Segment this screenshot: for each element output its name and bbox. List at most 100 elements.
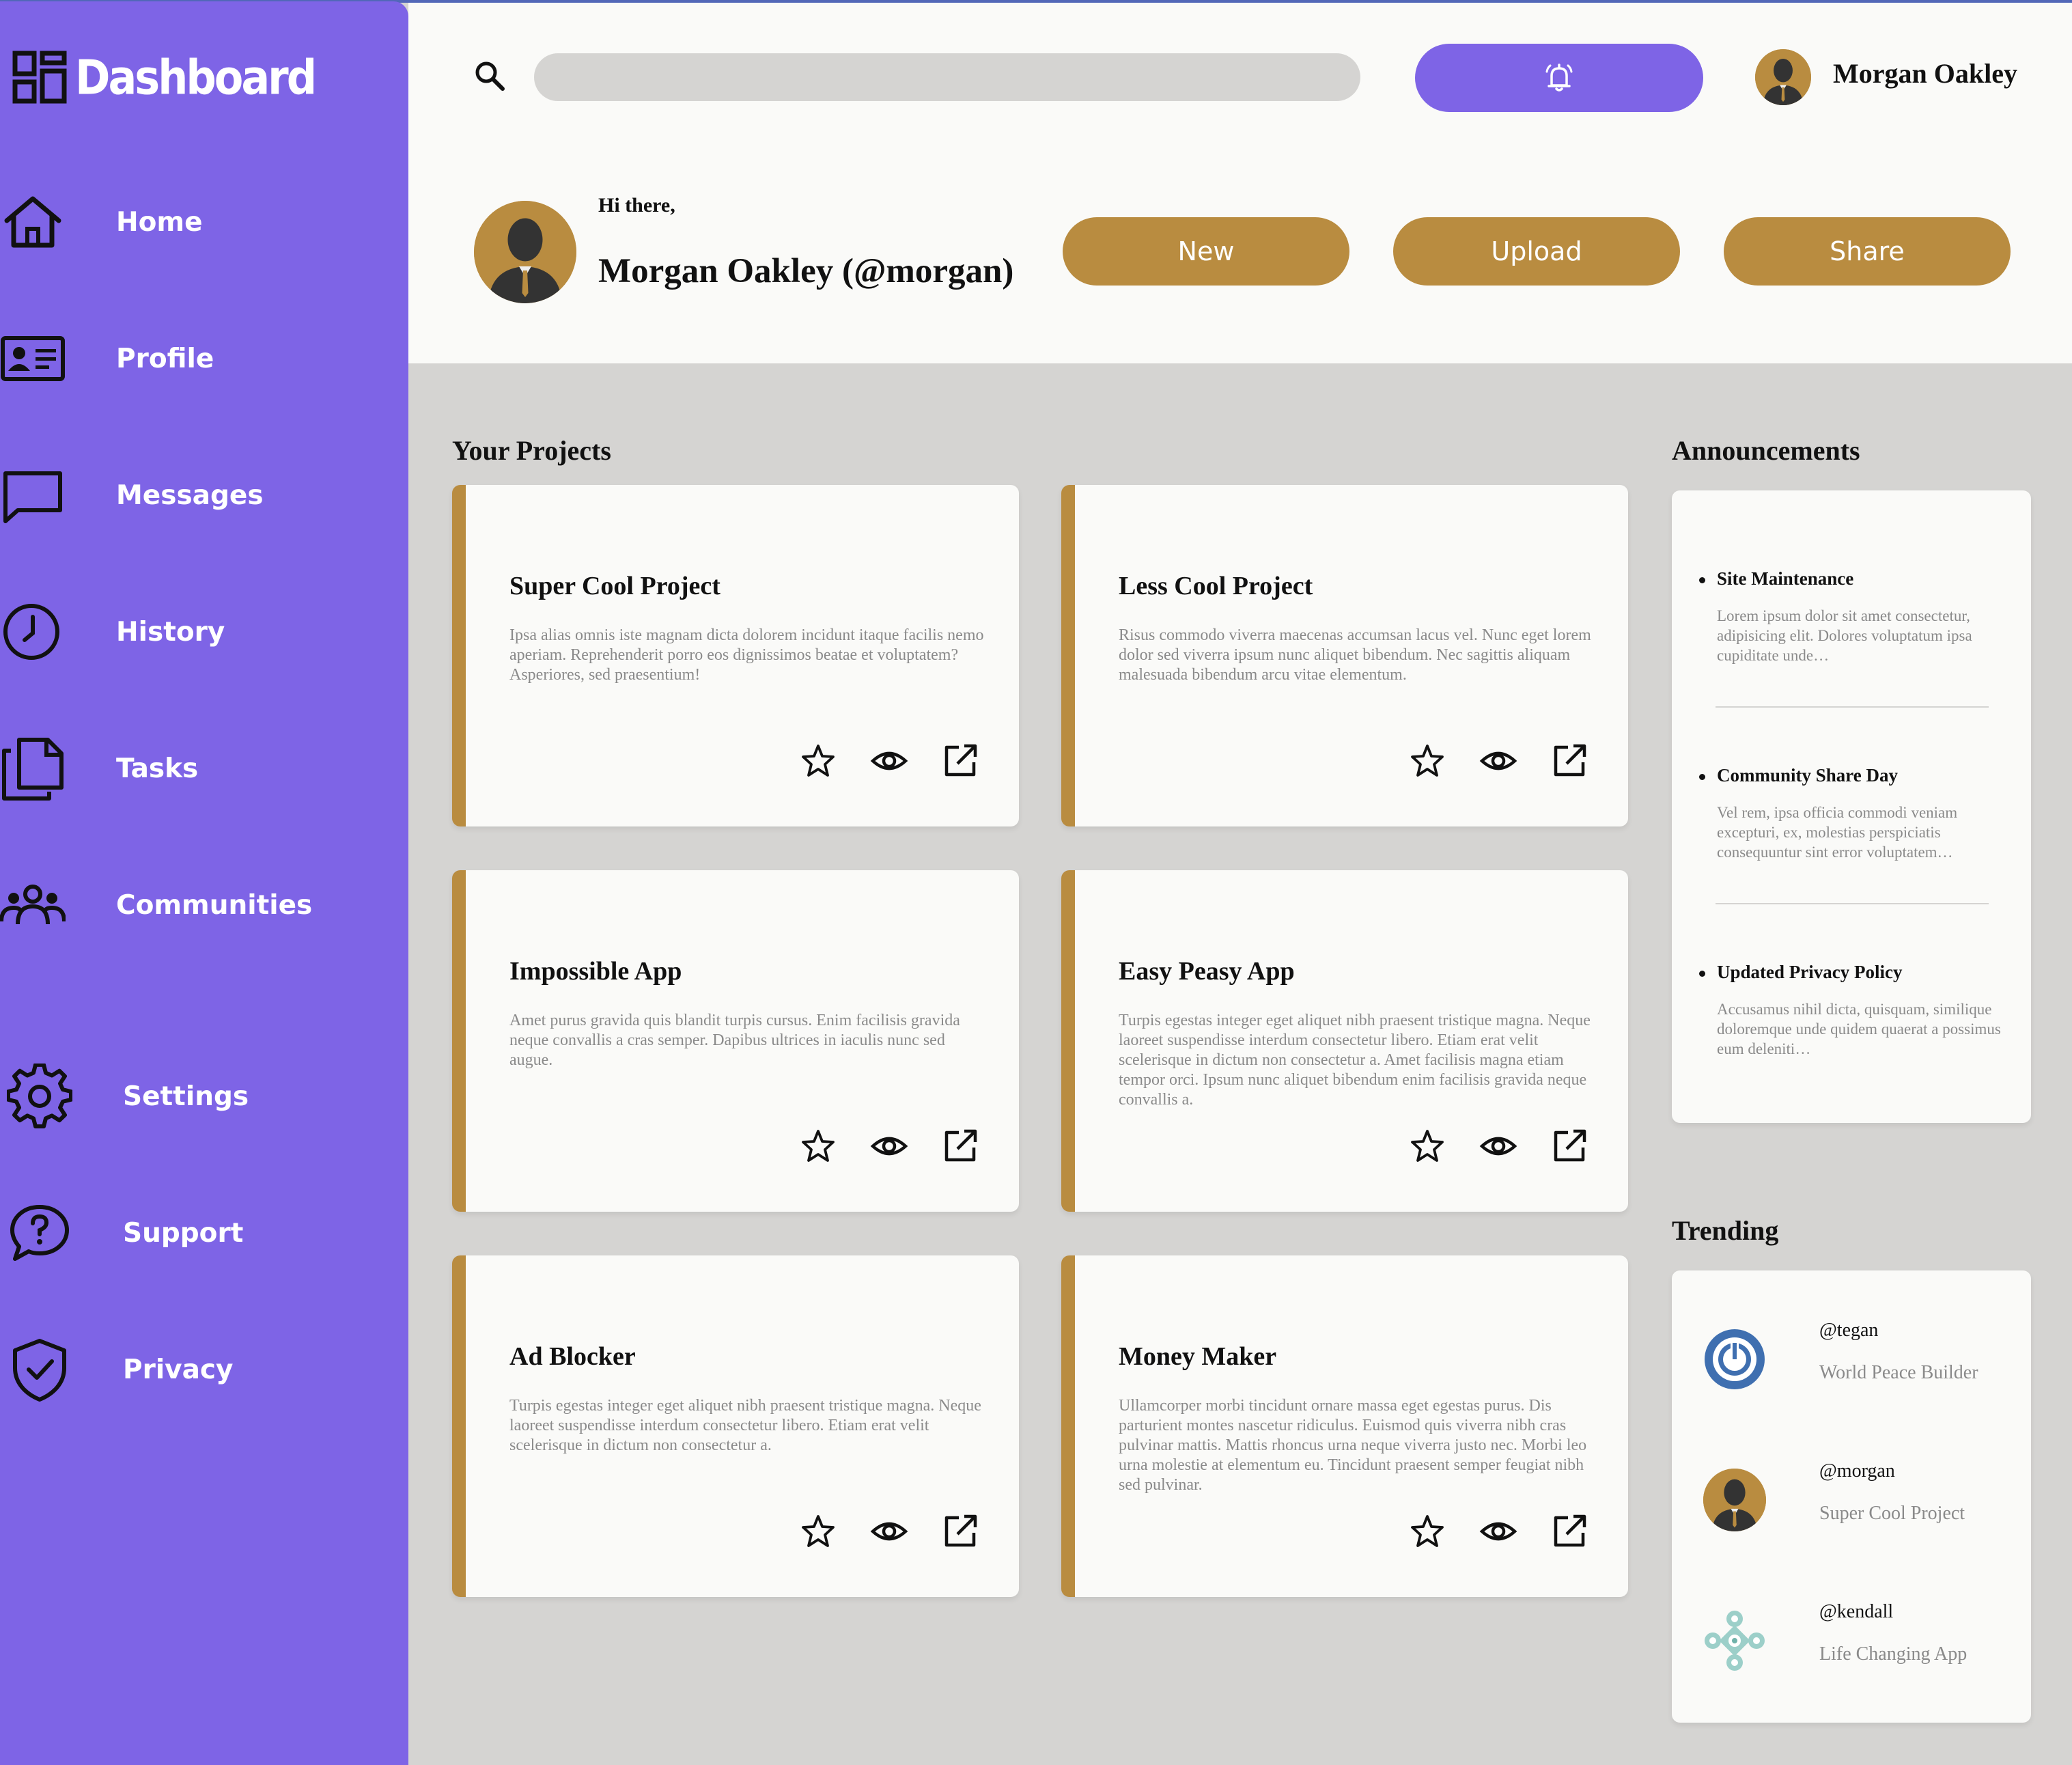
sidebar-item-communities[interactable]: Communities [0, 867, 408, 943]
eye-icon[interactable] [869, 1126, 910, 1167]
sidebar-item-label: Tasks [116, 753, 199, 784]
greeting-text: Hi there, [598, 194, 675, 217]
trending-project[interactable]: Life Changing App [1819, 1643, 1967, 1665]
external-link-icon[interactable] [1549, 1511, 1590, 1552]
eye-icon[interactable] [869, 1511, 910, 1552]
project-description: Risus commodo viverra maecenas accumsan … [1119, 626, 1591, 684]
announcement-item[interactable]: Site Maintenance Lorem ipsum dolor sit a… [1699, 568, 2006, 665]
sidebar-item-history[interactable]: History [0, 594, 408, 669]
search-icon[interactable] [473, 59, 508, 94]
notifications-button[interactable] [1415, 44, 1703, 112]
home-icon [4, 196, 61, 248]
trending-item[interactable]: @tegan World Peace Builder [1703, 1320, 2024, 1402]
star-icon[interactable] [798, 1126, 839, 1167]
trending-project[interactable]: World Peace Builder [1819, 1362, 1978, 1384]
trending-project[interactable]: Super Cool Project [1819, 1503, 1965, 1525]
sidebar-item-label: Home [116, 206, 203, 238]
pattern-logo-icon [1705, 1611, 1765, 1671]
eye-icon[interactable] [1478, 1511, 1519, 1552]
avatar[interactable] [1755, 49, 1811, 105]
trending-item[interactable]: @morgan Super Cool Project [1703, 1460, 2024, 1542]
sidebar-item-tasks[interactable]: Tasks [0, 731, 408, 806]
sidebar-item-label: Communities [116, 889, 313, 921]
sidebar: Dashboard Home Profile Messages History … [0, 1, 408, 1765]
sidebar-item-messages[interactable]: Messages [0, 458, 408, 533]
external-link-icon[interactable] [940, 740, 981, 781]
project-title[interactable]: Ad Blocker [509, 1342, 636, 1372]
announcement-title: Community Share Day [1699, 765, 2006, 786]
share-button[interactable]: Share [1724, 217, 2011, 286]
project-card[interactable]: Easy Peasy App Turpis egestas integer ege… [1061, 870, 1628, 1212]
project-card[interactable]: Ad Blocker Turpis egestas integer eget al… [452, 1255, 1019, 1597]
announcement-title: Updated Privacy Policy [1699, 962, 2006, 983]
project-card[interactable]: Money Maker Ullamcorper morbi tincidunt o… [1061, 1255, 1628, 1597]
external-link-icon[interactable] [940, 1126, 981, 1167]
external-link-icon[interactable] [940, 1511, 981, 1552]
trending-handle[interactable]: @kendall [1819, 1601, 1893, 1623]
trending-handle[interactable]: @morgan [1819, 1460, 1895, 1482]
clock-icon [3, 604, 59, 660]
project-title[interactable]: Easy Peasy App [1119, 956, 1295, 986]
search-input[interactable] [534, 53, 1360, 101]
sidebar-item-settings[interactable]: Settings [0, 1059, 408, 1134]
announcement-item[interactable]: Community Share Day Vel rem, ipsa offici… [1699, 765, 2006, 862]
dashboard-grid-icon [12, 51, 67, 104]
app-title: Dashboard [75, 49, 317, 105]
project-card[interactable]: Less Cool Project Risus commodo viverra m… [1061, 485, 1628, 826]
announcements-panel: Site Maintenance Lorem ipsum dolor sit a… [1672, 490, 2031, 1123]
sidebar-item-privacy[interactable]: Privacy [0, 1332, 408, 1407]
star-icon[interactable] [1407, 740, 1448, 781]
divider [1716, 903, 1989, 904]
profile-card-icon [1, 336, 65, 381]
user-silhouette-icon [474, 201, 576, 303]
profile-avatar [474, 201, 576, 303]
new-button[interactable]: New [1063, 217, 1349, 286]
star-icon[interactable] [1407, 1126, 1448, 1167]
divider [1716, 706, 1989, 708]
documents-icon [2, 738, 64, 801]
app-logo[interactable]: Dashboard [12, 49, 317, 105]
power-logo-icon [1705, 1329, 1765, 1389]
sidebar-item-label: Settings [123, 1081, 249, 1112]
eye-icon[interactable] [1478, 1126, 1519, 1167]
bell-icon [1545, 64, 1573, 92]
external-link-icon[interactable] [1549, 1126, 1590, 1167]
trending-handle[interactable]: @tegan [1819, 1320, 1878, 1342]
gear-icon [7, 1064, 72, 1128]
project-title[interactable]: Impossible App [509, 956, 682, 986]
trending-heading: Trending [1672, 1215, 1779, 1246]
project-title[interactable]: Less Cool Project [1119, 571, 1313, 601]
header-user-name[interactable]: Morgan Oakley [1833, 57, 2017, 89]
star-icon[interactable] [798, 1511, 839, 1552]
announcement-text: Lorem ipsum dolor sit amet consectetur, … [1717, 607, 1972, 664]
upload-button[interactable]: Upload [1393, 217, 1680, 286]
trending-item[interactable]: @kendall Life Changing App [1703, 1601, 2024, 1683]
announcement-text: Vel rem, ipsa officia commodi veniam exc… [1717, 804, 1958, 861]
announcement-text: Accusamus nihil dicta, quisquam, similiq… [1717, 1001, 2001, 1057]
sidebar-item-label: Support [123, 1217, 244, 1249]
sidebar-item-home[interactable]: Home [0, 184, 408, 260]
sidebar-item-profile[interactable]: Profile [0, 321, 408, 396]
project-card[interactable]: Impossible App Amet purus gravida quis bl… [452, 870, 1019, 1212]
project-description: Amet purus gravida quis blandit turpis c… [509, 1012, 960, 1069]
user-avatar [1703, 1469, 1766, 1531]
project-title[interactable]: Super Cool Project [509, 571, 720, 601]
project-card[interactable]: Super Cool Project Ipsa alias omnis iste … [452, 485, 1019, 826]
star-icon[interactable] [1407, 1511, 1448, 1552]
project-title[interactable]: Money Maker [1119, 1342, 1276, 1372]
external-link-icon[interactable] [1549, 740, 1590, 781]
announcement-item[interactable]: Updated Privacy Policy Accusamus nihil d… [1699, 962, 2006, 1059]
sidebar-item-label: Messages [116, 480, 264, 511]
sidebar-item-label: Profile [116, 343, 214, 374]
project-description: Turpis egestas integer eget aliquet nibh… [1119, 1012, 1591, 1109]
help-icon [10, 1205, 69, 1261]
star-icon[interactable] [798, 740, 839, 781]
eye-icon[interactable] [869, 740, 910, 781]
sidebar-item-label: Privacy [123, 1354, 234, 1385]
project-description: Turpis egestas integer eget aliquet nibh… [509, 1397, 981, 1454]
sidebar-item-support[interactable]: Support [0, 1195, 408, 1270]
eye-icon[interactable] [1478, 740, 1519, 781]
shield-icon [13, 1339, 66, 1402]
people-icon [0, 885, 66, 925]
announcement-title: Site Maintenance [1699, 568, 2006, 589]
